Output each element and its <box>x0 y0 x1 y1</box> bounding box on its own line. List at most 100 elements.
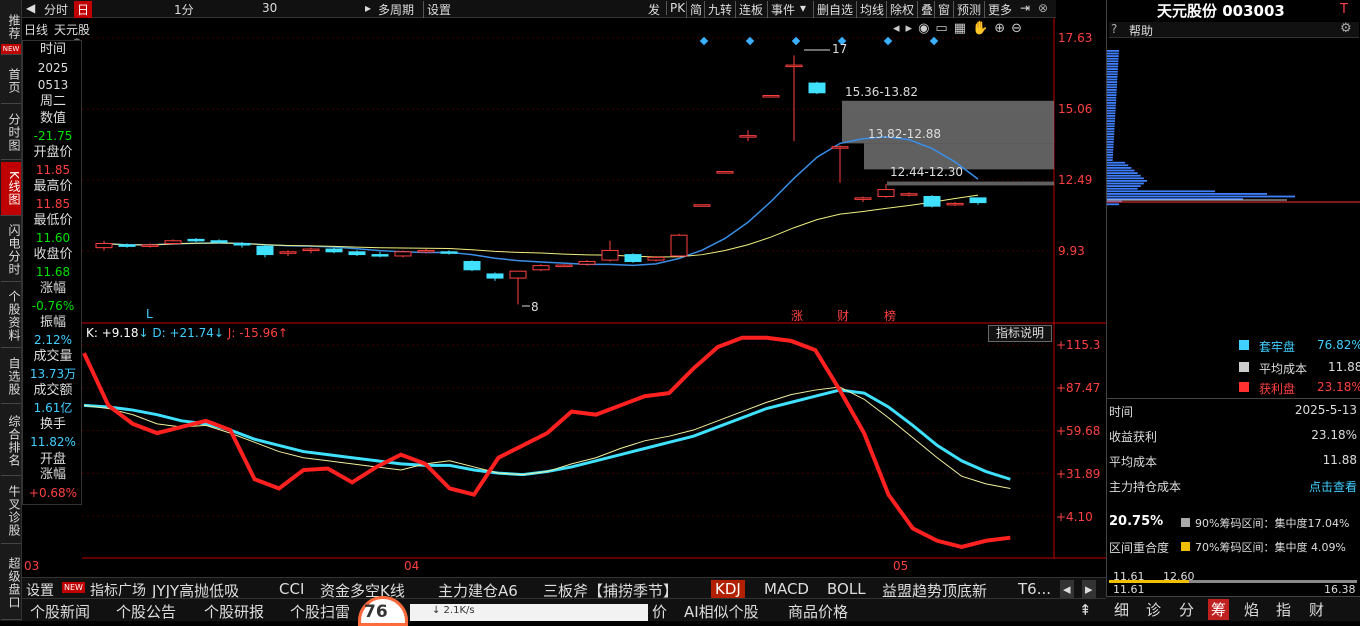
triangle-left-icon[interactable]: ◂ <box>893 21 906 36</box>
tab-indicator-square[interactable]: 指标广场 <box>90 580 146 600</box>
toolbar-exright[interactable]: 除权 <box>886 1 914 18</box>
info-close-label: 收盘价 <box>33 247 73 262</box>
chip-bar <box>1107 120 1115 122</box>
hand-icon[interactable]: ✋ <box>972 21 994 36</box>
tag-cai[interactable]: 财 <box>837 307 849 324</box>
toolbar-ninturn[interactable]: 九转 <box>704 1 732 18</box>
chart-canvas[interactable] <box>82 18 1106 578</box>
btab-notice[interactable]: 个股公告 <box>116 601 176 622</box>
candle-body <box>509 270 527 279</box>
toolbar-simple[interactable]: 简 <box>686 1 702 18</box>
scroll-top-icon[interactable]: ⇞ <box>1079 601 1092 619</box>
rtab-chips[interactable]: 筹 <box>1208 599 1230 620</box>
main-cost-link[interactable]: 点击查看 <box>1309 478 1357 495</box>
indicator-explain-button[interactable]: 指标说明 <box>988 325 1052 342</box>
trash-icon[interactable]: ▭ <box>935 21 953 36</box>
eye-icon[interactable]: ◉ <box>918 21 935 36</box>
chip-bar <box>1107 154 1113 156</box>
toolbar-window[interactable]: 窗 <box>934 1 950 18</box>
chip-bar <box>1107 115 1116 117</box>
chip-bar <box>1107 117 1116 120</box>
nav-timeshare[interactable]: 分时图 <box>1 106 21 160</box>
tabs-prev-icon[interactable]: ◂ <box>1060 580 1074 598</box>
chip-bar <box>1107 169 1135 172</box>
chip-bar <box>1107 122 1115 125</box>
nav-superboard[interactable]: 超级盘口 <box>1 546 21 620</box>
overlap-label: 区间重合度 <box>1109 541 1170 555</box>
chip-bar <box>1107 130 1115 133</box>
btab-news[interactable]: 个股新闻 <box>30 601 90 622</box>
toolbar-forecast[interactable]: 预测 <box>953 1 981 18</box>
candle-body <box>900 193 918 196</box>
chip-bar <box>1107 78 1118 81</box>
avg-value: 11.88 <box>1328 360 1360 374</box>
tab-macd[interactable]: MACD <box>764 580 809 598</box>
toolbar-more[interactable]: 更多 <box>984 1 1012 18</box>
toolbar-day[interactable]: 日 <box>74 1 93 18</box>
btab-research[interactable]: 个股研报 <box>204 601 264 622</box>
btab-commodity[interactable]: 商品价格 <box>788 601 848 622</box>
toolbar-pk[interactable]: PK <box>666 1 685 15</box>
rtab-flame[interactable]: 焰 <box>1244 599 1259 620</box>
annot-high: 17 <box>832 42 848 56</box>
tab-settings[interactable]: 设置 <box>26 580 54 600</box>
triangle-right-icon[interactable]: ▸ <box>906 21 919 36</box>
events-dropdown-icon[interactable]: ▾ <box>800 1 806 15</box>
rtab-diag[interactable]: 诊 <box>1146 599 1161 620</box>
tabs-next-icon[interactable]: ▸ <box>1082 580 1096 598</box>
chip-bar <box>1107 91 1117 94</box>
t-icon[interactable]: T <box>1340 2 1348 17</box>
x-axis-may: 05 <box>893 559 909 573</box>
grid-icon[interactable]: ▦ <box>954 21 972 36</box>
gear-icon[interactable]: ⚙ <box>1340 21 1352 36</box>
toolbar-timeshare[interactable]: 分时 <box>44 1 68 18</box>
toolbar-send[interactable]: 发 <box>648 1 660 18</box>
nav-profile[interactable]: 个股资料 <box>1 284 21 348</box>
chip-bar <box>1107 161 1126 164</box>
tab-boll[interactable]: BOLL <box>827 580 866 598</box>
toolbar-1min[interactable]: 1分 <box>174 1 194 18</box>
nav-kline[interactable]: K线图 <box>1 162 21 216</box>
chip-bar <box>1107 133 1115 135</box>
collapse-icon[interactable]: ⇥ <box>1020 1 1030 15</box>
nav-home[interactable]: 首页 <box>1 58 21 104</box>
candle-body <box>371 254 389 257</box>
rtab-detail[interactable]: 细 <box>1114 599 1129 620</box>
tag-bang[interactable]: 榜 <box>884 307 896 324</box>
candle-body <box>716 171 734 174</box>
rtab-fen[interactable]: 分 <box>1179 599 1194 620</box>
chip-panel: 天元股份 003003 T ? 帮助 ⚙ 套牢盘 76.82% 平均成本 11.… <box>1106 0 1360 621</box>
kdj-down-icon-2: ↓ <box>213 326 224 340</box>
tag-zhang[interactable]: 涨 <box>791 307 803 324</box>
close-icon[interactable]: ⊗ <box>1038 1 1048 15</box>
toolbar-del-watch[interactable]: 删自选 <box>813 1 853 18</box>
btab-ai-similar[interactable]: AI相似个股 <box>684 601 759 622</box>
toolbar-overlay[interactable]: 叠 <box>917 1 933 18</box>
rtab-finance[interactable]: 财 <box>1309 599 1324 620</box>
profit-swatch <box>1239 382 1249 392</box>
btab-scan[interactable]: 个股扫雷 <box>290 601 350 622</box>
btab-price[interactable]: 价 <box>652 601 667 622</box>
nav-diagnosis[interactable]: 牛叉诊股 <box>1 478 21 544</box>
toolbar-arrow-icon[interactable]: ◀ <box>26 1 35 15</box>
toolbar-lianban[interactable]: 连板 <box>735 1 763 18</box>
nav-ranking[interactable]: 综合排名 <box>1 406 21 476</box>
rtab-index[interactable]: 指 <box>1276 599 1291 620</box>
info-open: 11.85 <box>35 163 71 177</box>
toolbar-events[interactable]: 事件 <box>767 1 795 18</box>
toolbar-settings[interactable]: 设置 <box>423 1 451 18</box>
nav-watchlist[interactable]: 自选股 <box>1 350 21 404</box>
stock-title: 天元股份 003003 <box>1157 2 1285 20</box>
zoom-in-icon[interactable]: ⊕ <box>994 21 1011 36</box>
toolbar-multiperiod[interactable]: 多周期 <box>378 1 414 18</box>
toolbar-ma[interactable]: 均线 <box>856 1 884 18</box>
zoom-out-icon[interactable]: ⊖ <box>1011 21 1028 36</box>
help-label[interactable]: 帮助 <box>1129 22 1153 39</box>
tab-cci[interactable]: CCI <box>279 580 304 598</box>
tab-kdj[interactable]: KDJ <box>711 580 745 598</box>
tab-t6[interactable]: T6... <box>1018 580 1051 598</box>
help-icon[interactable]: ? <box>1111 22 1117 36</box>
divider <box>1107 398 1360 399</box>
toolbar-30min[interactable]: 30 <box>262 1 277 15</box>
nav-flash[interactable]: 闪电分时 <box>1 218 21 282</box>
